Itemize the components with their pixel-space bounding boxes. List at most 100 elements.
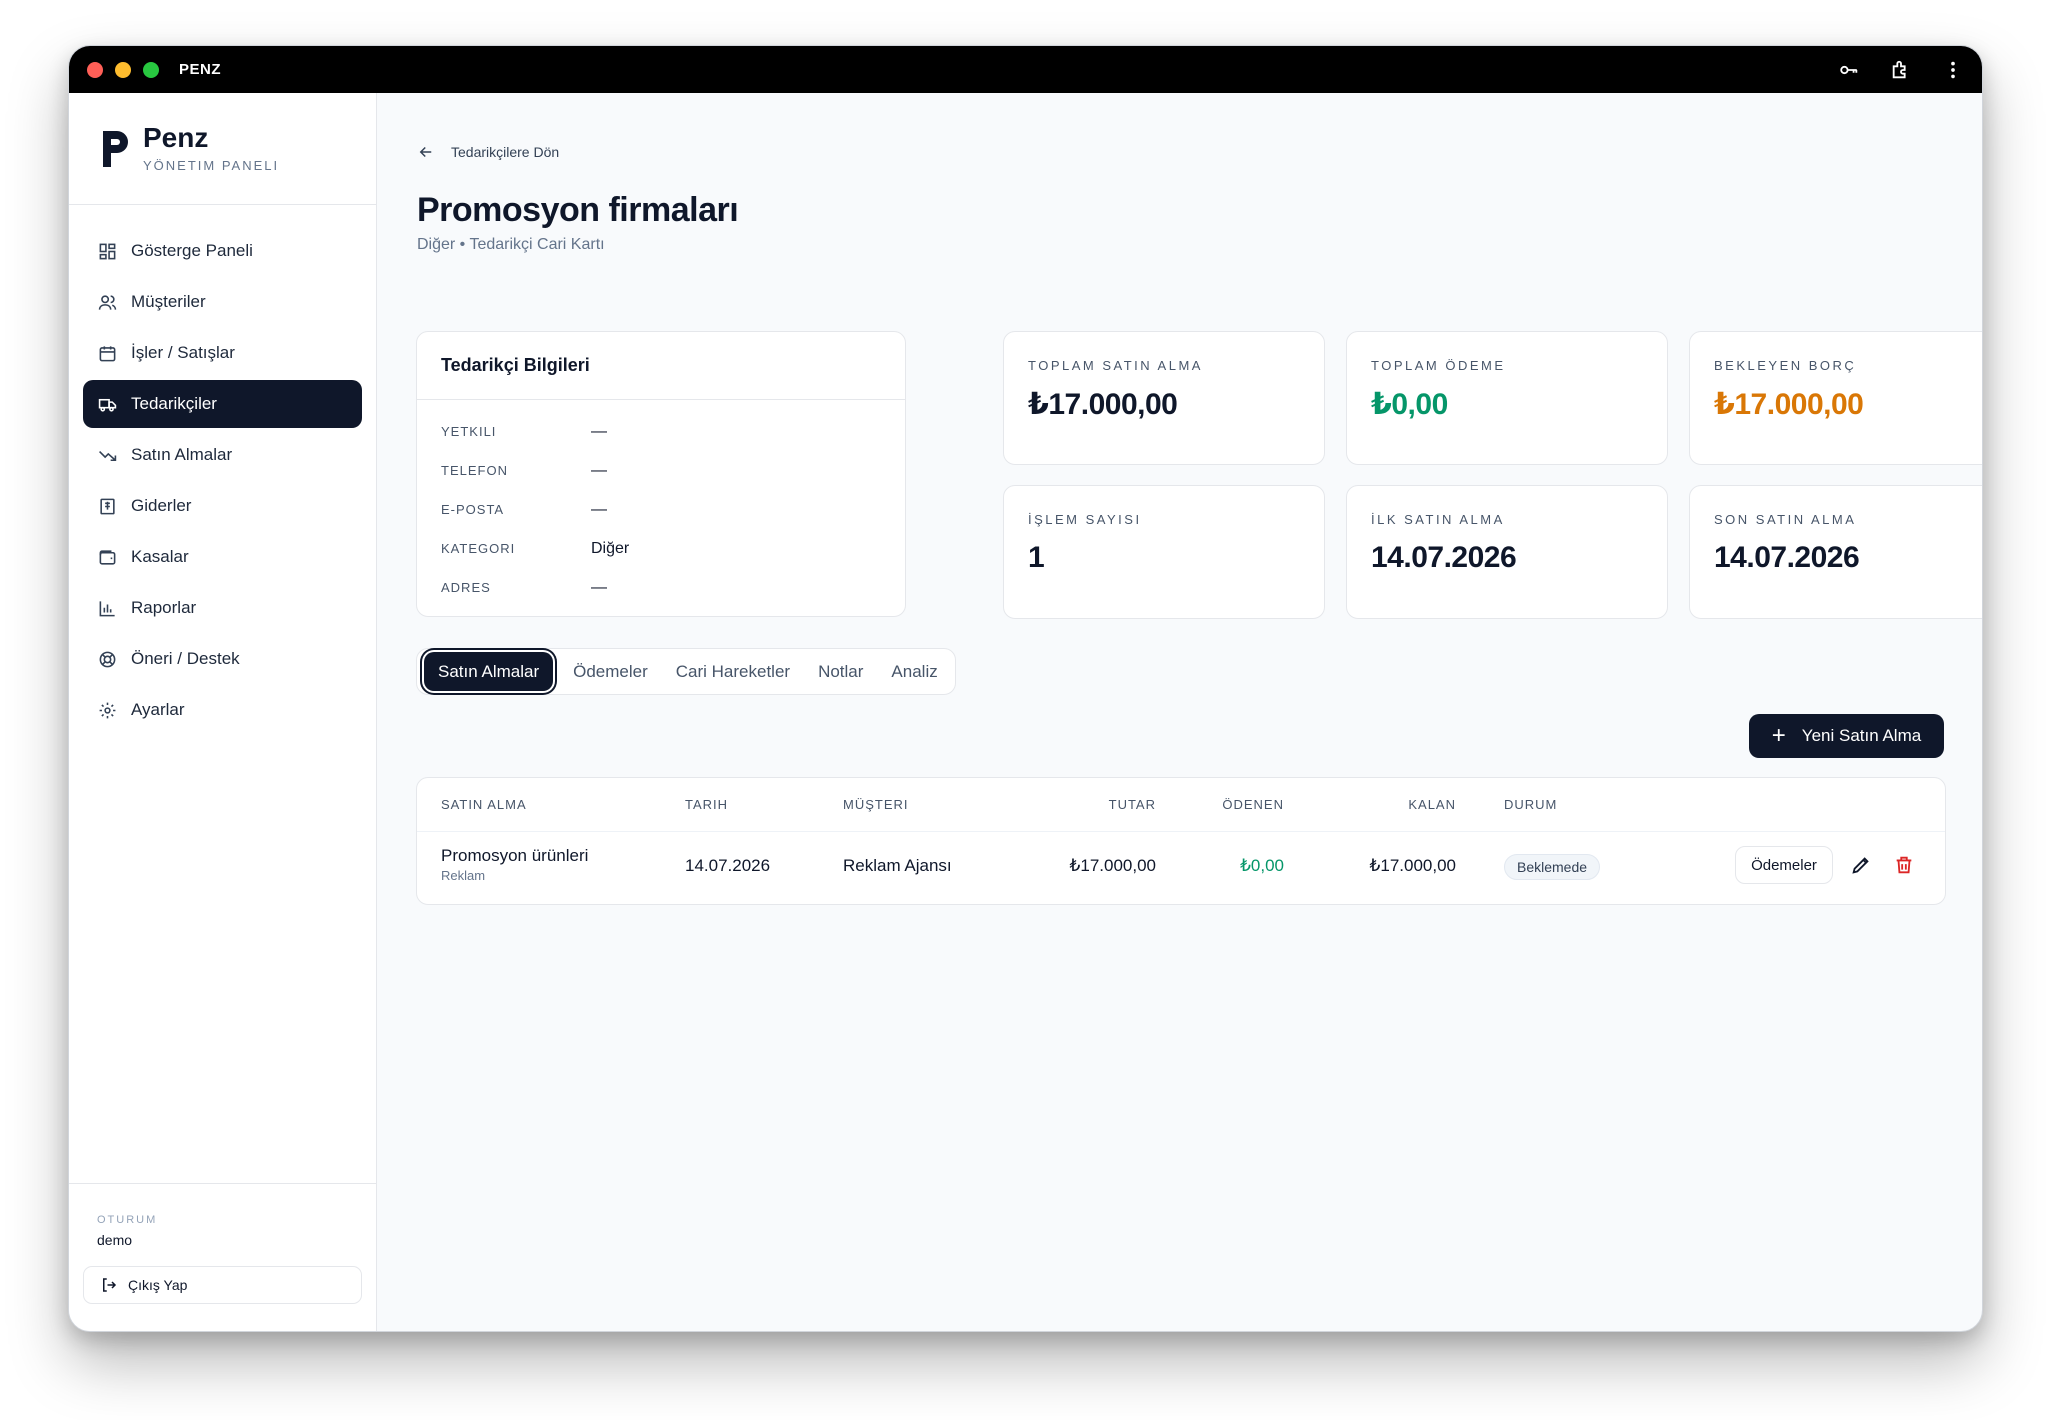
column-header: ÖDENEN (1222, 797, 1284, 812)
sidebar-item-cash-registers[interactable]: Kasalar (83, 533, 362, 581)
gear-icon (97, 700, 117, 720)
brand-name: Penz (143, 122, 209, 153)
stat-value: ₺0,00 (1371, 388, 1448, 421)
column-header: DURUM (1504, 797, 1558, 812)
stat-value: 1 (1028, 541, 1045, 574)
sidebar-item-support[interactable]: Öneri / Destek (83, 635, 362, 683)
wallet-icon (97, 547, 117, 567)
sidebar-item-suppliers[interactable]: Tedarikçiler (83, 380, 362, 428)
receipt-icon (97, 496, 117, 516)
info-value: — (591, 500, 607, 518)
sidebar-item-label: Öneri / Destek (131, 649, 240, 668)
info-row-address: ADRES — (441, 568, 881, 607)
page-title: Promosyon firmaları (417, 191, 739, 229)
close-window-button[interactable] (87, 61, 103, 78)
delete-trash-icon[interactable] (1893, 854, 1915, 876)
stat-label: İŞLEM SAYISI (1028, 512, 1142, 527)
minimize-window-button[interactable] (115, 61, 131, 78)
sidebar-item-label: İşler / Satışlar (131, 343, 235, 362)
sidebar-item-dashboard[interactable]: Gösterge Paneli (83, 227, 362, 275)
edit-pencil-icon[interactable] (1850, 854, 1872, 876)
window-controls (87, 61, 159, 78)
stat-pending-debt: BEKLEYEN BORÇ ₺17.000,00 (1689, 331, 1982, 465)
sidebar-item-settings[interactable]: Ayarlar (83, 686, 362, 734)
extension-icon[interactable] (1890, 59, 1912, 81)
info-key: YETKILI (441, 424, 497, 439)
column-header: TUTAR (1108, 797, 1156, 812)
supplier-info-card: Tedarikçi Bilgileri YETKILI — TELEFON — … (416, 331, 906, 617)
logout-icon (103, 1278, 117, 1292)
logout-label: Çıkış Yap (128, 1277, 188, 1293)
back-link[interactable]: Tedarikçilere Dön (417, 143, 559, 161)
payments-button[interactable]: Ödemeler (1735, 846, 1833, 884)
brand: Penz YÖNETIM PANELI (69, 93, 376, 205)
sidebar-item-label: Tedarikçiler (131, 394, 217, 413)
lifebuoy-icon (97, 649, 117, 669)
info-value: — (591, 422, 607, 440)
brand-subtitle: YÖNETIM PANELI (143, 158, 280, 173)
stat-first-purchase: İLK SATIN ALMA 14.07.2026 (1346, 485, 1668, 619)
info-row-email: E-POSTA — (441, 490, 881, 529)
new-purchase-label: Yeni Satın Alma (1801, 726, 1922, 745)
sidebar-item-customers[interactable]: Müşteriler (83, 278, 362, 326)
sidebar-item-purchases[interactable]: Satın Almalar (83, 431, 362, 479)
session-label: OTURUM (97, 1214, 158, 1226)
column-header: TARIH (685, 797, 729, 812)
purchase-subtitle: Reklam (441, 868, 486, 883)
sidebar-item-label: Giderler (131, 496, 192, 515)
column-header: SATIN ALMA (441, 797, 527, 812)
sidebar-item-reports[interactable]: Raporlar (83, 584, 362, 632)
plus-icon: + (1771, 722, 1786, 749)
info-row-contact: YETKILI — (441, 412, 881, 451)
customer-cell: Reklam Ajansı (843, 856, 952, 875)
tab-notes[interactable]: Notlar (804, 652, 877, 691)
calendar-icon (97, 343, 117, 363)
stat-label: TOPLAM SATIN ALMA (1028, 358, 1203, 373)
table-row[interactable]: Promosyon ürünleri Reklam 14.07.2026 Rek… (417, 832, 1945, 904)
sidebar-nav: Gösterge Paneli Müşteriler İşler / Satış… (69, 205, 376, 759)
truck-icon (97, 394, 117, 414)
stat-label: İLK SATIN ALMA (1371, 512, 1505, 527)
info-key: KATEGORI (441, 541, 516, 556)
info-row-category: KATEGORI Diğer (441, 529, 881, 568)
sidebar-item-jobs-sales[interactable]: İşler / Satışlar (83, 329, 362, 377)
stat-label: BEKLEYEN BORÇ (1714, 358, 1857, 373)
sidebar: Penz YÖNETIM PANELI Gösterge Paneli Müşt… (69, 93, 377, 1331)
logout-button[interactable]: Çıkış Yap (83, 1266, 362, 1304)
purchase-title: Promosyon ürünleri (441, 846, 589, 865)
app-window: PENZ Penz YÖNETIM PANELI Gösterge Paneli… (68, 45, 1983, 1332)
tab-purchases[interactable]: Satın Almalar (424, 652, 554, 691)
bar-chart-icon (97, 598, 117, 618)
stat-label: SON SATIN ALMA (1714, 512, 1857, 527)
tab-analysis[interactable]: Analiz (877, 652, 951, 691)
trend-down-icon (97, 445, 117, 465)
info-value: Diğer (591, 539, 630, 557)
title-bar: PENZ (69, 46, 1982, 93)
column-header: KALAN (1408, 797, 1456, 812)
new-purchase-button[interactable]: + Yeni Satın Alma (1749, 714, 1944, 758)
back-label: Tedarikçilere Dön (451, 144, 560, 160)
page-subtitle: Diğer • Tedarikçi Cari Kartı (417, 236, 605, 253)
tab-payments[interactable]: Ödemeler (559, 652, 662, 691)
more-menu-icon[interactable] (1942, 59, 1964, 81)
maximize-window-button[interactable] (143, 61, 159, 78)
users-icon (97, 292, 117, 312)
stat-value: ₺17.000,00 (1028, 388, 1178, 421)
stat-total-purchase: TOPLAM SATIN ALMA ₺17.000,00 (1003, 331, 1325, 465)
purchases-table: SATIN ALMA TARIH MÜŞTERI TUTAR ÖDENEN KA… (416, 777, 1946, 905)
tab-account-movements[interactable]: Cari Hareketler (662, 652, 804, 691)
stat-transaction-count: İŞLEM SAYISI 1 (1003, 485, 1325, 619)
table-header: SATIN ALMA TARIH MÜŞTERI TUTAR ÖDENEN KA… (417, 778, 1945, 832)
dashboard-grid-icon (97, 241, 117, 261)
stat-value: 14.07.2026 (1371, 541, 1517, 574)
arrow-left-icon (419, 146, 432, 158)
sidebar-item-expenses[interactable]: Giderler (83, 482, 362, 530)
info-value: — (591, 578, 607, 596)
penz-logo-icon (99, 127, 133, 171)
sidebar-item-label: Müşteriler (131, 292, 206, 311)
stat-value: 14.07.2026 (1714, 541, 1860, 574)
window-title: PENZ (179, 61, 222, 78)
key-icon[interactable] (1838, 59, 1860, 81)
sidebar-item-label: Raporlar (131, 598, 197, 617)
remaining-cell: ₺17.000,00 (1369, 856, 1456, 875)
